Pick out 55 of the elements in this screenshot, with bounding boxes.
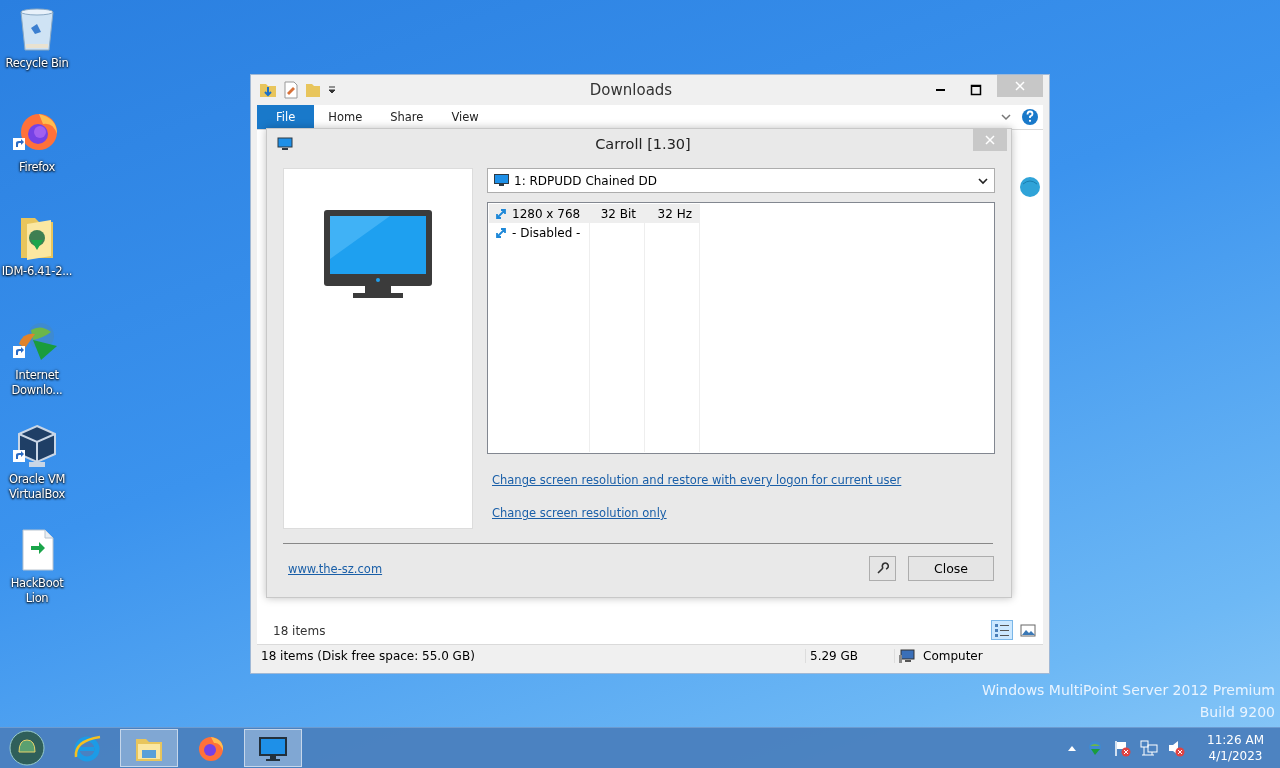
item-count: 18 items <box>273 624 326 638</box>
dialog-title: Carroll [1.30] <box>594 136 692 152</box>
monitor-icon <box>277 137 293 151</box>
desktop-icon-label[interactable]: Recycle Bin <box>0 56 74 71</box>
desktop-icon-label[interactable]: HackBoot Lion <box>0 576 74 606</box>
flag-error-icon[interactable] <box>1113 739 1132 757</box>
status-text: Computer <box>922 649 984 663</box>
mode-cell-text: 32 Bit <box>600 206 636 221</box>
mode-row[interactable]: 1280 x 768 32 Bit 32 Hz <box>489 204 700 223</box>
close-icon <box>1014 80 1026 92</box>
mode-cell-text: 1280 x 768 <box>512 206 581 221</box>
settings-button[interactable] <box>869 556 896 581</box>
os-version-text: Windows MultiPoint Server 2012 Premium <box>981 681 1275 700</box>
details-view-icon <box>994 622 1010 638</box>
chevron-down-icon <box>978 176 988 185</box>
action-link[interactable]: Change screen resolution only <box>492 506 667 520</box>
computer-icon <box>899 649 915 663</box>
status-text: 5.29 GB <box>805 649 894 663</box>
view-button[interactable] <box>991 620 1013 640</box>
ribbon-tab[interactable]: Share <box>376 105 438 129</box>
start-orb-icon[interactable] <box>9 730 45 766</box>
folder-download-icon[interactable] <box>259 81 277 99</box>
resize-icon <box>495 226 507 239</box>
close-icon <box>985 135 995 145</box>
picture-view-icon <box>1020 622 1036 638</box>
desktop-icon-label[interactable]: Internet Downlo... <box>0 368 74 398</box>
resize-icon <box>495 207 507 220</box>
display-dropdown[interactable]: 1: RDPUDD Chained DD <box>487 168 995 193</box>
action-link[interactable]: Change screen resolution and restore with every logon for current user <box>492 473 902 487</box>
clock[interactable]: 11:26 AM 4/1/2023 <box>1207 732 1264 764</box>
speaker-muted-icon[interactable] <box>1167 739 1186 757</box>
ribbon-tab[interactable]: Home <box>314 105 377 129</box>
taskbar-button[interactable] <box>244 729 302 767</box>
network-icon[interactable] <box>1140 739 1159 757</box>
os-version-text: Build 9200 <box>1198 703 1275 722</box>
close-button[interactable]: Close <box>908 556 994 581</box>
status-text: 18 items (Disk free space: 55.0 GB) <box>260 649 476 663</box>
mode-cell-text: - Disabled - <box>512 225 581 240</box>
ribbon-tab[interactable]: File <box>257 105 315 129</box>
mode-row[interactable]: - Disabled - <box>489 223 700 242</box>
ribbon-tab[interactable]: View <box>437 105 493 129</box>
desktop-icon-label[interactable]: Firefox <box>0 160 74 175</box>
browser-e-icon <box>72 733 102 763</box>
monitor-icon <box>494 174 509 187</box>
properties-icon[interactable] <box>283 81 299 99</box>
desktop-icon-label[interactable]: Oracle VM VirtualBox <box>0 472 74 502</box>
desktop-icon-label[interactable]: IDM-6.41-2... <box>0 264 74 279</box>
window-title: Downloads <box>588 81 674 99</box>
mode-cell-text: 32 Hz <box>657 206 692 221</box>
globe-icon[interactable] <box>1019 176 1041 198</box>
minimize-icon <box>935 89 945 91</box>
caret-up-icon[interactable] <box>1067 744 1078 752</box>
maximize-icon <box>970 84 982 96</box>
website-link[interactable]: www.the-sz.com <box>288 561 383 576</box>
wrench-icon <box>876 562 889 575</box>
